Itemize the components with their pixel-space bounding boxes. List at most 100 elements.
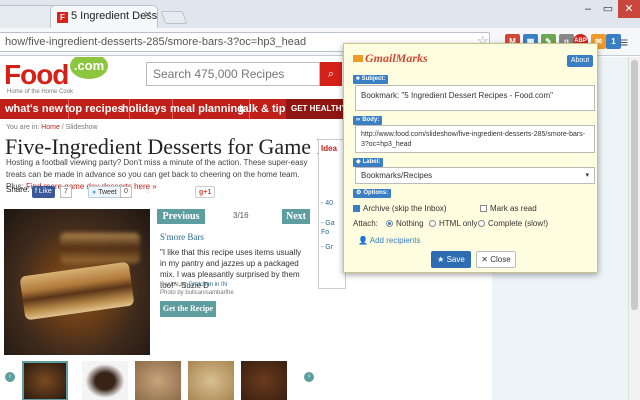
loading-spinner-icon: ◌ [145,188,150,195]
radio-unselected-icon [478,220,485,227]
tab-strip: ✕ F5 Ingredient Dessert Reci ✕ – ▭ ✕ [0,0,640,28]
thumbnail-brownies[interactable] [241,361,287,400]
next-button[interactable]: Next [282,209,310,224]
close-tab-icon[interactable]: ✕ [144,10,152,21]
close-window-icon[interactable]: ✕ [618,0,640,18]
attach-label: Attach: [353,219,378,228]
gmailmarks-popup: GmailMarks About ■ Subject: Bookmark: "5 … [343,43,598,273]
ideas-item[interactable]: - Ga [321,220,335,227]
smore-bars-photo [4,209,150,355]
thumbnail-smore-bars[interactable] [22,361,68,400]
scrollbar-thumb[interactable] [631,60,638,310]
ideas-item[interactable]: - 40 [321,200,333,207]
thumbnail-chocolates[interactable] [82,361,128,400]
gmail-label-label-text: Label: [362,159,381,165]
photo-bar-front [19,261,135,321]
radio-selected-icon [386,220,393,227]
mark-read-checkbox-label: Mark as read [490,204,537,213]
body-label: ∞ Body: [353,116,383,125]
ideas-item[interactable]: - Gr [321,244,333,251]
thumbnail-cookies[interactable] [135,361,181,400]
site-logo[interactable]: Food .com Home of the Home Cook [4,57,108,99]
extension-counter-icon[interactable]: 1 [606,34,621,49]
recipe-credit-prefix: Recipe by [160,282,189,288]
food-favicon-icon: F [57,12,68,23]
gmailmarks-logo-text: GmailMarks [365,51,428,65]
add-recipients-label: Add recipients [369,236,421,245]
breadcrumb-current: / Slideshow [59,124,98,131]
subject-label-text: Subject: [361,76,386,82]
ideas-sidebar: Idea - 40 - Ga Fo - Gr [318,139,346,289]
envelope-icon [353,55,363,62]
twitter-bird-icon: ● [92,189,97,196]
subject-icon: ■ [356,76,360,82]
new-tab-button[interactable] [160,11,188,24]
body-label-text: Body: [362,117,380,123]
radio-unselected-icon [429,220,436,227]
breadcrumb: You are in: Home / Slideshow [6,124,98,131]
nav-whats-new[interactable]: what's new [0,99,70,119]
body-field[interactable]: http://www.food.com/slideshow/five-ingre… [355,125,595,153]
attach-complete-label: Complete (slow!) [488,219,549,228]
logo-com: .com [70,57,108,79]
gmailmarks-logo: GmailMarks [353,51,428,66]
ideas-title: Idea [321,144,338,153]
checkbox-unchecked-icon [480,205,487,212]
subject-field[interactable]: Bookmark: "5 Ingredient Dessert Recipes … [355,85,595,111]
logo-text: Food [4,59,69,90]
save-label: Save [446,255,465,264]
breadcrumb-prefix: You are in: [6,124,42,131]
ideas-item[interactable]: Fo [321,229,329,236]
previous-button[interactable]: Previous [157,209,205,224]
recipe-credit: Recipe by Gretchen in IN [160,282,227,288]
attach-nothing-label: Nothing [396,219,424,228]
thumbnail-bars[interactable] [188,361,234,400]
person-icon: 👤 [358,236,368,245]
logo-tagline: Home of the Home Cook [7,89,74,95]
close-label: Close [490,255,511,264]
google-plus-button[interactable]: g+1 [195,186,216,198]
photo-bar-back [60,233,140,263]
thumbs-prev-arrow-icon[interactable]: ‹ [5,372,15,382]
search-button[interactable]: ⌕ [320,62,342,86]
tab-active[interactable]: F5 Ingredient Dessert Reci ✕ [50,5,158,28]
options-label-text: Options: [363,190,389,196]
options-icon: ⚙ [356,190,362,196]
label-select-value: Bookmarks/Recipes [361,171,433,180]
about-button[interactable]: About [567,55,593,67]
recipe-search-input[interactable]: Search 475,000 Recipes [146,62,320,86]
add-recipients-link[interactable]: 👤 Add recipients [358,236,420,245]
link-icon: ∞ [356,117,361,123]
attach-complete-radio[interactable]: Complete (slow!) [478,219,548,229]
archive-checkbox[interactable]: Archive (skip the Inbox) [353,204,447,214]
search-icon: ⌕ [327,68,335,80]
recipe-author-link[interactable]: Gretchen in IN [188,282,227,288]
breadcrumb-home-link[interactable]: Home [41,124,60,131]
label-select[interactable]: Bookmarks/Recipes ▾ [355,167,595,184]
star-icon: ★ [437,255,445,264]
slide-counter: 3/16 [233,211,249,220]
mark-read-checkbox[interactable]: Mark as read [480,204,537,214]
slide-title[interactable]: S'more Bars [160,232,204,242]
attach-html-label: HTML only [439,219,478,228]
like-label: Like [38,188,52,195]
tweet-count: 0 [120,186,132,198]
attach-html-radio[interactable]: HTML only [429,219,477,229]
options-label: ⚙ Options: [353,189,392,198]
photo-credit: Photo by bullcanisambarlhe [160,290,234,296]
tweet-button[interactable]: ● Tweet [88,186,121,198]
thumbs-next-arrow-icon[interactable]: › [304,372,314,382]
close-button[interactable]: ✕ Close [476,251,516,268]
gmail-label-label: ◆ Label: [353,158,384,167]
maximize-icon[interactable]: ▭ [598,0,618,18]
archive-checkbox-label: Archive (skip the Inbox) [363,204,447,213]
thumbnail-strip: ‹ › [0,354,320,400]
tweet-label: Tweet [98,189,117,196]
minimize-icon[interactable]: – [578,0,598,18]
get-recipe-button[interactable]: Get the Recipe [160,301,216,317]
save-button[interactable]: ★ Save [431,251,471,268]
menu-icon[interactable]: ≡ [620,34,628,50]
facebook-like-button[interactable]: f Like [32,186,55,198]
checkbox-checked-icon [353,205,360,212]
attach-nothing-radio[interactable]: Nothing [386,219,424,229]
